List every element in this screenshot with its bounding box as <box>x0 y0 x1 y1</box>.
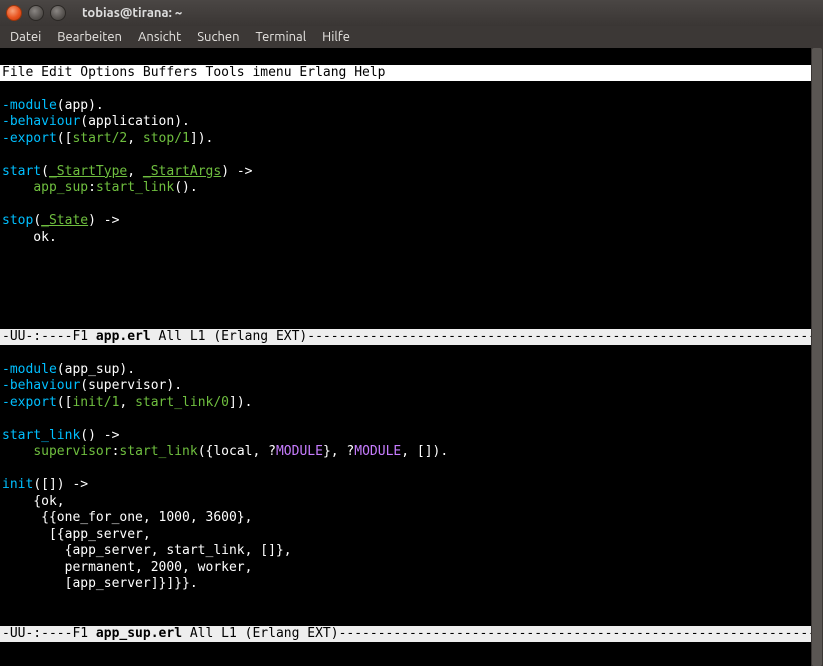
terminal-area[interactable]: File Edit Options Buffers Tools imenu Er… <box>0 48 823 666</box>
fn-init: init <box>2 477 33 492</box>
scrollbar[interactable] <box>811 48 823 666</box>
kw-behaviour: -behaviour <box>2 378 80 393</box>
kw-export: -export <box>2 395 57 410</box>
menu-item-terminal[interactable]: Terminal <box>256 30 307 44</box>
menu-item-ansicht[interactable]: Ansicht <box>138 30 181 44</box>
kw-module: -module <box>2 98 57 113</box>
maximize-icon[interactable] <box>50 5 66 21</box>
menu-item-bearbeiten[interactable]: Bearbeiten <box>57 30 122 44</box>
emacs-frame: File Edit Options Buffers Tools imenu Er… <box>0 48 811 666</box>
fn-start: start <box>2 164 41 179</box>
kw-export: -export <box>2 131 57 146</box>
window-title: tobias@tirana: ~ <box>82 6 182 20</box>
app-menubar: Datei Bearbeiten Ansicht Suchen Terminal… <box>0 26 823 48</box>
fn-stop: stop <box>2 213 33 228</box>
close-icon[interactable] <box>6 5 22 21</box>
minimize-icon[interactable] <box>28 5 44 21</box>
menu-item-datei[interactable]: Datei <box>10 30 41 44</box>
kw-behaviour: -behaviour <box>2 114 80 129</box>
modeline-app-sup-erl: -UU-:----F1 app_sup.erl All L1 (Erlang E… <box>0 626 811 643</box>
emacs-menubar[interactable]: File Edit Options Buffers Tools imenu Er… <box>0 65 811 82</box>
modeline-file: app_sup.erl <box>96 626 182 641</box>
modeline-file: app.erl <box>96 329 151 344</box>
modeline-app-erl: -UU-:----F1 app.erl All L1 (Erlang EXT)-… <box>0 329 811 346</box>
titlebar: tobias@tirana: ~ <box>0 0 823 26</box>
kw-module: -module <box>2 362 57 377</box>
buffer-app-erl[interactable]: -module(app). -behaviour(application). -… <box>0 98 811 329</box>
fn-start-link: start_link <box>2 428 80 443</box>
scrollbar-thumb[interactable] <box>812 48 822 666</box>
menu-item-suchen[interactable]: Suchen <box>197 30 239 44</box>
menu-item-hilfe[interactable]: Hilfe <box>322 30 350 44</box>
buffer-app-sup-erl[interactable]: -module(app_sup). -behaviour(supervisor)… <box>0 362 811 626</box>
